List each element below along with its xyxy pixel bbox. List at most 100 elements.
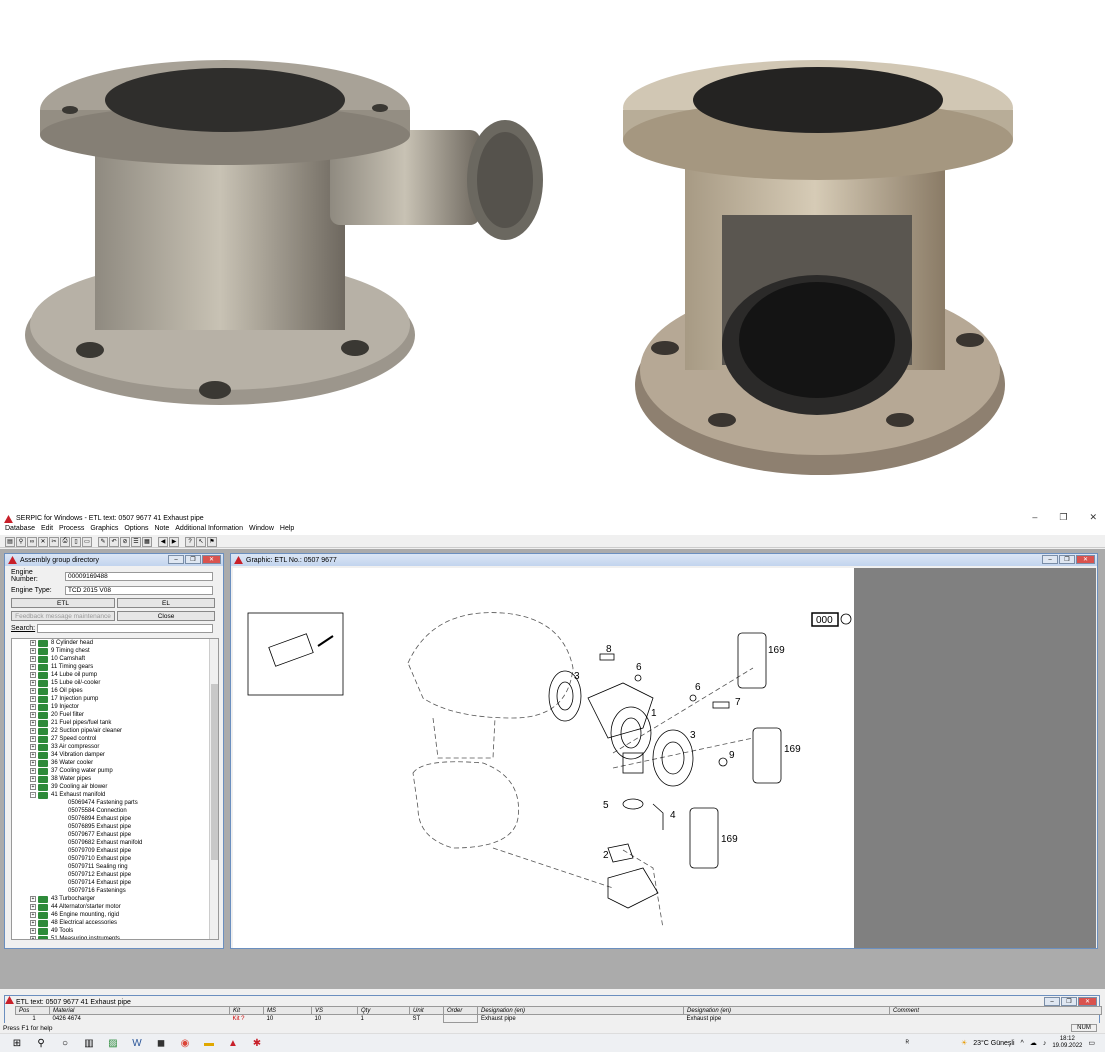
expand-icon[interactable]: + (30, 648, 36, 654)
undo-icon[interactable]: ↶ (109, 536, 119, 547)
file-explorer-icon[interactable]: ▬ (202, 1036, 216, 1050)
tree-group-item[interactable]: +44 Alternator/starter motor (12, 903, 218, 911)
close-icon[interactable]: ✕ (1076, 555, 1095, 564)
close-icon[interactable]: ✕ (1089, 512, 1097, 523)
expand-icon[interactable]: + (30, 904, 36, 910)
expand-icon[interactable]: + (30, 688, 36, 694)
tree-group-item[interactable]: +27 Speed control (12, 735, 218, 743)
tree-group-item[interactable]: +16 Oil pipes (12, 687, 218, 695)
clock[interactable]: 18:12 19.09.2022 (1052, 1036, 1082, 1050)
minimize-icon[interactable]: – (1042, 555, 1058, 564)
expand-icon[interactable]: + (30, 696, 36, 702)
tree-group-item[interactable]: +11 Timing gears (12, 663, 218, 671)
expand-icon[interactable]: + (30, 680, 36, 686)
tree-group-item[interactable]: +39 Cooling air blower (12, 783, 218, 791)
restore-icon[interactable]: ❐ (1059, 512, 1067, 523)
table-cell[interactable] (443, 1014, 478, 1023)
tree-group-item[interactable]: +46 Engine mounting, rigid (12, 911, 218, 919)
tree-leaf-item[interactable]: 05076895 Exhaust pipe (12, 823, 218, 831)
context-help-icon[interactable]: ↖ (196, 536, 206, 547)
flag-icon[interactable]: ⚑ (207, 536, 217, 547)
column-header[interactable]: Material (49, 1006, 230, 1015)
tree-leaf-item[interactable]: 05079712 Exhaust pipe (12, 871, 218, 879)
column-header[interactable]: VS (311, 1006, 358, 1015)
menu-graphics[interactable]: Graphics (90, 525, 118, 535)
engine-number-field[interactable]: 00009169488 (65, 571, 213, 581)
open-icon[interactable]: ▤ (5, 536, 15, 547)
tree-group-item[interactable]: +48 Electrical accessories (12, 919, 218, 927)
delete-icon[interactable]: ✕ (38, 536, 48, 547)
expand-icon[interactable]: + (30, 768, 36, 774)
expand-icon[interactable]: + (30, 896, 36, 902)
tree-leaf-item[interactable]: 05079709 Exhaust pipe (12, 847, 218, 855)
expand-icon[interactable]: + (30, 912, 36, 918)
search-icon[interactable]: ⚲ (34, 1036, 48, 1050)
expand-icon[interactable]: + (30, 640, 36, 646)
tree-group-item[interactable]: +20 Fuel filter (12, 711, 218, 719)
expand-icon[interactable]: + (30, 672, 36, 678)
app-icon[interactable]: ◼ (154, 1036, 168, 1050)
column-header[interactable]: Comment (889, 1006, 1102, 1015)
tree-scrollbar[interactable] (209, 639, 218, 939)
word-icon[interactable]: W (130, 1036, 144, 1050)
tree-leaf-item[interactable]: 05079682 Exhaust manifold (12, 839, 218, 847)
link-icon[interactable]: ∞ (27, 536, 37, 547)
expand-icon[interactable]: + (30, 712, 36, 718)
column-header[interactable]: Order (443, 1006, 478, 1015)
tree-group-item[interactable]: +14 Lube oil pump (12, 671, 218, 679)
expand-icon[interactable]: + (30, 784, 36, 790)
restore-icon[interactable]: ❐ (1061, 997, 1077, 1006)
column-header[interactable]: Kit (229, 1006, 264, 1015)
task-view-icon[interactable]: ▥ (82, 1036, 96, 1050)
menu-additional-information[interactable]: Additional Information (175, 525, 243, 535)
tree-group-item[interactable]: +8 Cylinder head (12, 639, 218, 647)
search-input[interactable] (37, 624, 213, 633)
el-button[interactable]: EL (117, 598, 215, 608)
tree-leaf-item[interactable]: 05069474 Fastening parts (12, 799, 218, 807)
tree-leaf-item[interactable]: 05079716 Fastenings (12, 887, 218, 895)
column-header[interactable]: Pos (15, 1006, 50, 1015)
tree-group-item[interactable]: − 41 Exhaust manifold (12, 791, 218, 799)
serpic-taskbar-icon[interactable]: ▲ (226, 1036, 240, 1050)
tree-leaf-item[interactable]: 05079710 Exhaust pipe (12, 855, 218, 863)
weather-icon[interactable]: ☀ (961, 1039, 967, 1047)
notification-icon[interactable]: ▭ (1088, 1039, 1095, 1047)
arrow-left-icon[interactable]: ◀ (158, 536, 168, 547)
network-icon[interactable]: ☁ (1030, 1039, 1037, 1047)
table-row[interactable]: 1 0426 4674 Kit ? 10 10 1 ST Exhaust pipe Exhaus… (16, 1014, 1102, 1023)
tree-group-item[interactable]: +34 Vibration damper (12, 751, 218, 759)
restore-icon[interactable]: ❐ (185, 555, 201, 564)
restore-icon[interactable]: ❐ (1059, 555, 1075, 564)
expand-icon[interactable]: + (30, 656, 36, 662)
tree-group-item[interactable]: +9 Timing chest (12, 647, 218, 655)
search-icon[interactable]: ⚲ (16, 536, 26, 547)
close-icon[interactable]: ✕ (202, 555, 221, 564)
collapse-icon[interactable]: − (30, 792, 36, 798)
tree-group-item[interactable]: +19 Injector (12, 703, 218, 711)
tree-group-item[interactable]: +17 Injection pump (12, 695, 218, 703)
tray-chevron-icon[interactable]: ^ (1021, 1040, 1024, 1047)
expand-icon[interactable]: + (30, 928, 36, 934)
expand-icon[interactable]: + (30, 752, 36, 758)
tree-leaf-item[interactable]: 05079714 Exhaust pipe (12, 879, 218, 887)
tool-icon[interactable]: ✱ (250, 1036, 264, 1050)
engine-type-field[interactable]: TCD 2015 V08 (65, 586, 213, 595)
column-header[interactable]: MS (263, 1006, 312, 1015)
menu-edit[interactable]: Edit (41, 525, 53, 535)
expand-icon[interactable]: + (30, 728, 36, 734)
cut-icon[interactable]: ✂ (49, 536, 59, 547)
tree-leaf-item[interactable]: 05076894 Exhaust pipe (12, 815, 218, 823)
help-icon[interactable]: ? (185, 536, 195, 547)
tree-leaf-item[interactable]: 05075584 Connection (12, 807, 218, 815)
expand-icon[interactable]: + (30, 776, 36, 782)
grid-icon[interactable]: ▦ (142, 536, 152, 547)
etl-button[interactable]: ETL (11, 598, 115, 608)
expand-icon[interactable]: + (30, 720, 36, 726)
expand-icon[interactable]: + (30, 760, 36, 766)
tree-group-item[interactable]: +36 Water cooler (12, 759, 218, 767)
tree-group-item[interactable]: +37 Cooling water pump (12, 767, 218, 775)
new-doc-icon[interactable]: ▯ (71, 536, 81, 547)
tree-group-item[interactable]: +49 Tools (12, 927, 218, 935)
tree-group-item[interactable]: +21 Fuel pipes/fuel tank (12, 719, 218, 727)
menu-window[interactable]: Window (249, 525, 274, 535)
